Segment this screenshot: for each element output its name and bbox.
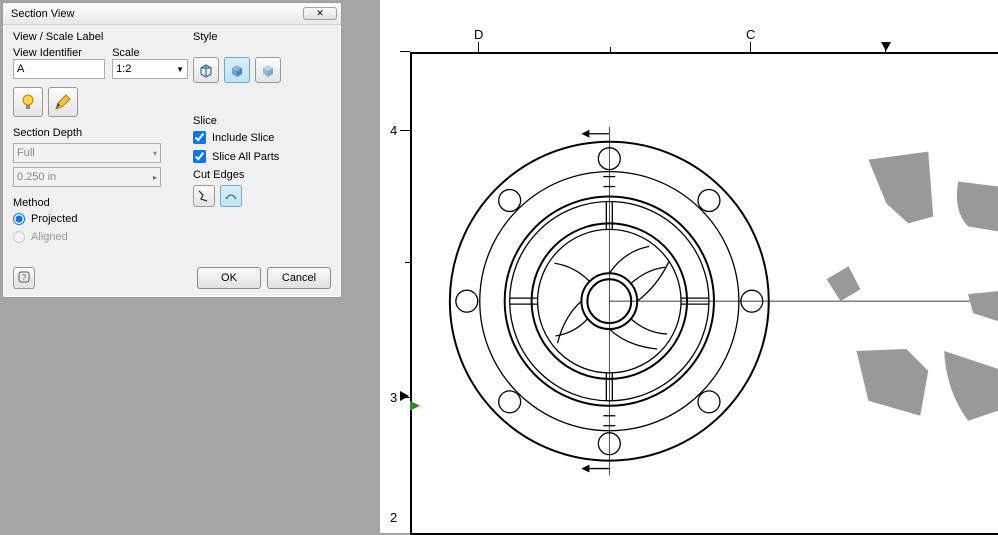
help-icon: ? — [18, 271, 30, 286]
smooth-edge-icon — [224, 189, 238, 203]
dialog-title: Section View — [7, 8, 74, 20]
pencil-icon — [54, 93, 72, 111]
cube-shaded-icon — [260, 62, 276, 78]
aligned-radio: Aligned — [13, 231, 193, 243]
style-shaded-button[interactable] — [255, 57, 281, 83]
drawing-content — [410, 52, 998, 531]
slice-all-checkbox[interactable] — [193, 150, 206, 163]
view-identifier-input[interactable] — [13, 59, 105, 79]
bulb-icon — [19, 93, 37, 111]
scale-value: 1:2 — [116, 63, 131, 75]
tick-label-d: D — [474, 27, 483, 42]
origin-marker-icon — [880, 42, 892, 52]
projected-radio-input[interactable] — [13, 213, 25, 225]
include-slice-checkbox[interactable] — [193, 131, 206, 144]
jagged-edge-icon — [197, 189, 211, 203]
cube-wire-icon — [198, 62, 214, 78]
label-visibility-button[interactable] — [13, 87, 43, 117]
scale-label: Scale — [112, 47, 188, 59]
tick-label-3: 3 — [390, 390, 397, 405]
cut-edges-label: Cut Edges — [193, 169, 323, 181]
cancel-button[interactable]: Cancel — [267, 267, 331, 289]
style-label: Style — [193, 31, 323, 43]
projected-radio-label: Projected — [31, 213, 77, 225]
style-hidden-button[interactable] — [193, 57, 219, 83]
dropdown-arrow-icon: ▼ — [176, 65, 184, 74]
dropdown-arrow-icon: ▾ — [153, 149, 157, 158]
aligned-radio-label: Aligned — [31, 231, 68, 243]
ruler-horizontal: D C B — [410, 42, 998, 52]
spinner-arrow-icon: ▸ — [153, 173, 157, 182]
help-button[interactable]: ? — [13, 267, 35, 289]
include-slice-check-label: Include Slice — [212, 132, 274, 144]
style-hidden-removed-button[interactable] — [224, 57, 250, 83]
include-slice-check[interactable]: Include Slice — [193, 131, 323, 144]
svg-text:?: ? — [22, 273, 27, 282]
slice-label: Slice — [193, 115, 323, 127]
slice-all-check[interactable]: Slice All Parts — [193, 150, 323, 163]
origin-marker-icon — [400, 390, 410, 402]
section-depth-label: Section Depth — [13, 127, 193, 139]
ruler-vertical: 4 3 2 — [400, 52, 410, 533]
view-scale-label: View / Scale Label — [13, 31, 193, 43]
close-icon: ✕ — [316, 8, 324, 19]
cut-edge-mode2-button[interactable] — [220, 185, 242, 207]
section-view-dialog: Section View ✕ View / Scale Label View I… — [2, 2, 342, 298]
section-depth-value: Full — [17, 147, 35, 159]
aligned-radio-input — [13, 231, 25, 243]
projected-radio[interactable]: Projected — [13, 213, 193, 225]
cut-edge-mode1-button[interactable] — [193, 185, 215, 207]
dialog-titlebar[interactable]: Section View ✕ — [3, 3, 341, 25]
view-identifier-label: View Identifier — [13, 47, 105, 59]
drawing-canvas[interactable]: D C B 4 3 2 — [380, 0, 998, 533]
slice-all-check-label: Slice All Parts — [212, 151, 279, 163]
depth-distance-value: 0.250 in — [17, 171, 56, 183]
tick-label-2: 2 — [390, 510, 397, 525]
method-label: Method — [13, 197, 193, 209]
dialog-close-button[interactable]: ✕ — [303, 7, 337, 20]
cube-solid-icon — [229, 62, 245, 78]
depth-distance-spin: 0.250 in ▸ — [13, 167, 161, 187]
scale-combo[interactable]: 1:2 ▼ — [112, 59, 188, 79]
section-depth-combo[interactable]: Full ▾ — [13, 143, 161, 163]
ok-button[interactable]: OK — [197, 267, 261, 289]
tick-label-4: 4 — [390, 123, 397, 138]
tick-label-c: C — [746, 27, 755, 42]
edit-view-label-button[interactable] — [48, 87, 78, 117]
